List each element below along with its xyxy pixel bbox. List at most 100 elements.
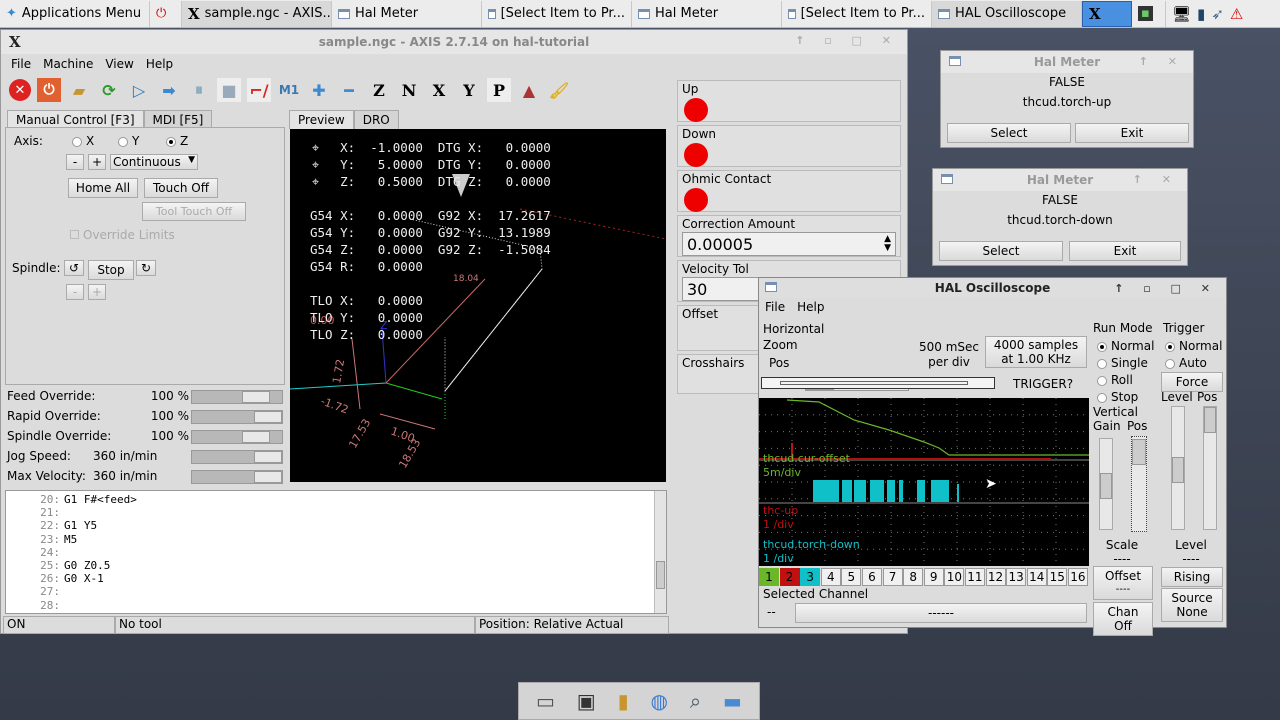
folder-icon[interactable]: ▬ bbox=[723, 689, 742, 713]
chan-off-button[interactable]: Chan Off bbox=[1093, 602, 1153, 636]
velocity-tol-field[interactable]: 30 bbox=[682, 277, 762, 301]
axis-titlebar[interactable]: Xsample.ngc - AXIS 2.7.14 on hal-tutoria… bbox=[1, 30, 907, 54]
menu-file[interactable]: File bbox=[11, 57, 31, 71]
home-all-button[interactable]: Home All bbox=[68, 178, 138, 198]
zoom-out-icon[interactable]: ━ bbox=[337, 78, 361, 102]
network-icon[interactable]: 🖥 bbox=[1172, 5, 1191, 23]
rotate-icon[interactable]: ▲ bbox=[517, 78, 541, 102]
signal-icon[interactable]: ▮ bbox=[1197, 5, 1205, 23]
code-line[interactable]: 21: bbox=[34, 506, 666, 519]
correction-amount-field[interactable]: 0.00005 ▲ ▼ bbox=[682, 232, 896, 256]
channel-button-12[interactable]: 12 bbox=[985, 568, 1006, 586]
window-controls[interactable]: ↑ ▫ □ ✕ bbox=[1114, 282, 1218, 295]
axis-radio-z[interactable]: Z bbox=[166, 134, 188, 148]
channel-button-16[interactable]: 16 bbox=[1067, 568, 1088, 586]
sample-rate-button[interactable]: 4000 samples at 1.00 KHz bbox=[985, 336, 1087, 368]
logout-launcher[interactable]: ⏻ bbox=[150, 0, 182, 27]
jog-mode-select[interactable]: Continuous ▼ bbox=[110, 154, 198, 170]
code-line[interactable]: 28: bbox=[34, 599, 666, 612]
bird-icon[interactable]: ➶ bbox=[1211, 5, 1224, 23]
task-axis[interactable]: Xsample.ngc - AXIS... bbox=[182, 0, 332, 27]
run-icon[interactable]: ▷ bbox=[127, 78, 151, 102]
select-button[interactable]: Select bbox=[947, 123, 1071, 143]
gcode-editor[interactable]: 20: G1 F#<feed> 21: 22: G1 Y5 23: M5 24: 25: G0 Z… bbox=[5, 490, 667, 614]
menu-machine[interactable]: Machine bbox=[43, 57, 93, 71]
window-controls[interactable]: ↑ ✕ bbox=[1139, 55, 1185, 68]
view-z-icon[interactable]: Z bbox=[367, 78, 391, 102]
zoom-in-icon[interactable]: ✚ bbox=[307, 78, 331, 102]
window-controls[interactable]: ↑ ✕ bbox=[1133, 173, 1179, 186]
menu-view[interactable]: View bbox=[105, 57, 133, 71]
meter-titlebar[interactable]: Hal Meter ↑ ✕ bbox=[933, 169, 1187, 191]
channel-button-9[interactable]: 9 bbox=[923, 568, 944, 586]
run-mode-single[interactable]: Single bbox=[1097, 355, 1154, 372]
file-manager-icon[interactable]: ▮ bbox=[618, 689, 629, 713]
clear-plot-icon[interactable]: 🖌 bbox=[547, 78, 571, 102]
workspace-switcher[interactable]: X bbox=[1082, 0, 1132, 27]
jog-plus-button[interactable]: + bbox=[88, 154, 106, 170]
override-slider[interactable] bbox=[191, 390, 283, 404]
spindle-cw-icon[interactable]: ↻ bbox=[136, 260, 156, 276]
code-line[interactable]: 24: bbox=[34, 546, 666, 559]
select-button[interactable]: Select bbox=[939, 241, 1063, 261]
show-desktop-icon[interactable]: ▭ bbox=[536, 689, 555, 713]
code-scrollbar[interactable] bbox=[654, 491, 666, 613]
exit-button[interactable]: Exit bbox=[1075, 123, 1189, 143]
selected-channel-name[interactable]: ------ bbox=[795, 603, 1087, 623]
spindle-slower-button[interactable]: - bbox=[66, 284, 84, 300]
pause-icon[interactable]: ⏸ bbox=[187, 78, 211, 102]
reload-icon[interactable]: ⟳ bbox=[97, 78, 121, 102]
run-mode-roll[interactable]: Roll bbox=[1097, 372, 1154, 389]
channel-button-2[interactable]: 2 bbox=[779, 568, 800, 586]
web-browser-icon[interactable]: ◍ bbox=[651, 689, 668, 713]
meter-titlebar[interactable]: Hal Meter ↑ ✕ bbox=[941, 51, 1193, 73]
code-line[interactable]: 26: G0 X-1 bbox=[34, 572, 666, 585]
offset-button[interactable]: Offset ---- bbox=[1093, 566, 1153, 600]
trigger-normal[interactable]: Normal bbox=[1165, 338, 1222, 355]
terminal-tray[interactable]: ▪ bbox=[1132, 0, 1166, 27]
axis-radio-y[interactable]: Y bbox=[118, 134, 139, 148]
task-hal-oscilloscope[interactable]: HAL Oscilloscope bbox=[932, 0, 1082, 27]
task-hal-meter-1[interactable]: Hal Meter bbox=[332, 0, 482, 27]
channel-button-1[interactable]: 1 bbox=[759, 568, 779, 586]
optional-stop-icon[interactable]: M1 bbox=[277, 78, 301, 102]
applications-menu[interactable]: ✦ Applications Menu bbox=[0, 0, 150, 27]
stop-program-icon[interactable]: ■ bbox=[217, 78, 241, 102]
channel-button-14[interactable]: 14 bbox=[1026, 568, 1047, 586]
tab-dro[interactable]: DRO bbox=[353, 110, 399, 129]
window-controls[interactable]: ↑ ▫ □ ✕ bbox=[795, 34, 899, 47]
view-z2-icon[interactable]: N bbox=[397, 78, 421, 102]
scope-display[interactable]: thcud.cur-offset 5m/div thc-up 1 /div thcu… bbox=[759, 398, 1089, 566]
view-y-icon[interactable]: Y bbox=[457, 78, 481, 102]
open-file-icon[interactable]: ▰ bbox=[67, 78, 91, 102]
estop-icon[interactable]: ✕ bbox=[9, 79, 31, 101]
menu-file[interactable]: File bbox=[765, 300, 785, 314]
code-line[interactable]: 22: G1 Y5 bbox=[34, 519, 666, 532]
override-limits-checkbox[interactable]: Override Limits bbox=[70, 228, 175, 242]
power-icon[interactable]: ⏻ bbox=[37, 78, 61, 102]
search-icon[interactable]: ⌕ bbox=[690, 689, 701, 713]
override-slider[interactable] bbox=[191, 450, 283, 464]
jog-minus-button[interactable]: - bbox=[66, 154, 84, 170]
run-mode-normal[interactable]: Normal bbox=[1097, 338, 1154, 355]
channel-button-8[interactable]: 8 bbox=[903, 568, 924, 586]
menu-help[interactable]: Help bbox=[146, 57, 173, 71]
preview-canvas[interactable]: Z 18.04 1.72 -1.72 17.53 1.00 18.53 0.00… bbox=[290, 129, 666, 482]
task-hal-meter-2[interactable]: Hal Meter bbox=[632, 0, 782, 27]
tool-touch-off-button[interactable]: Tool Touch Off bbox=[142, 202, 246, 221]
trigger-pos-slider[interactable] bbox=[1203, 406, 1217, 530]
channel-button-5[interactable]: 5 bbox=[841, 568, 862, 586]
run-mode-stop[interactable]: Stop bbox=[1097, 389, 1154, 406]
channel-button-3[interactable]: 3 bbox=[800, 568, 821, 586]
step-icon[interactable]: ➡ bbox=[157, 78, 181, 102]
spindle-ccw-icon[interactable]: ↺ bbox=[64, 260, 84, 276]
spindle-faster-button[interactable]: + bbox=[88, 284, 106, 300]
code-line[interactable]: 25: G0 Z0.5 bbox=[34, 559, 666, 572]
trigger-auto[interactable]: Auto bbox=[1165, 355, 1222, 372]
spindle-stop-button[interactable]: Stop bbox=[88, 260, 134, 280]
override-slider[interactable] bbox=[191, 410, 283, 424]
channel-button-6[interactable]: 6 bbox=[861, 568, 882, 586]
channel-button-4[interactable]: 4 bbox=[820, 568, 841, 586]
channel-button-11[interactable]: 11 bbox=[964, 568, 985, 586]
task-select-item-1[interactable]: [Select Item to Pr... bbox=[482, 0, 632, 27]
